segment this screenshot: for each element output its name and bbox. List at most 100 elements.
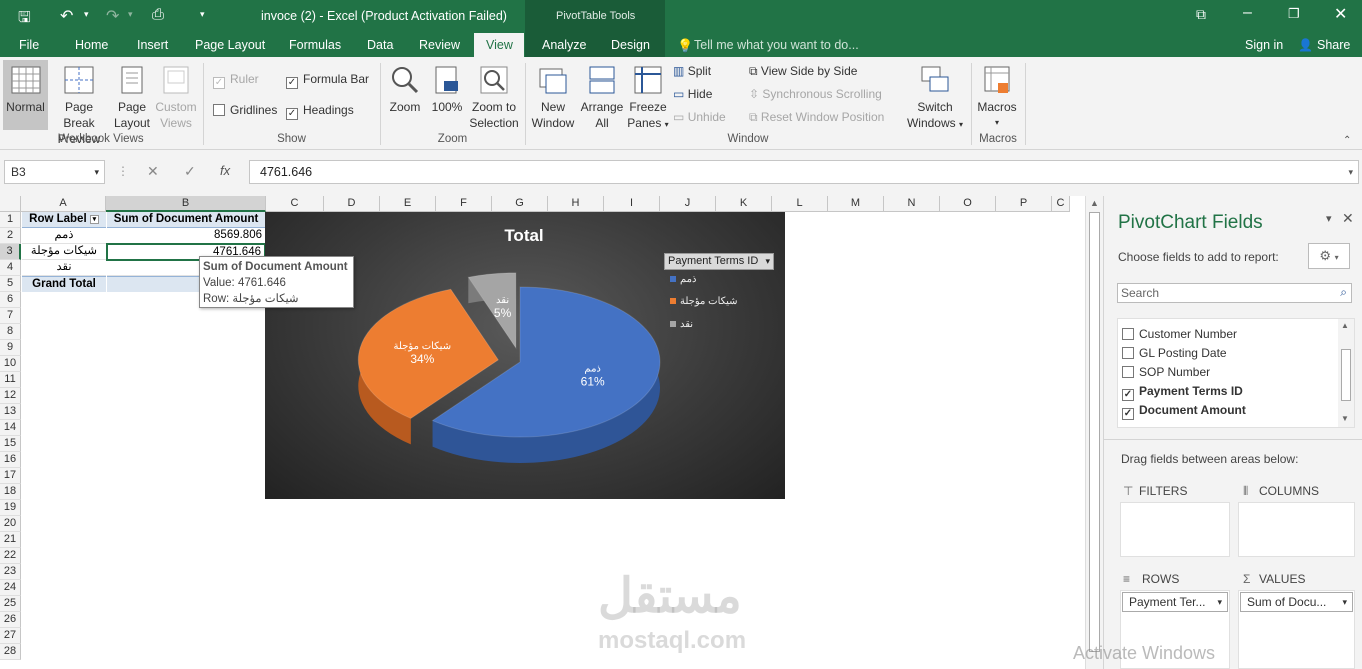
field-checkbox[interactable]: ✓ [1122, 408, 1134, 420]
field-checkbox[interactable] [1122, 366, 1134, 378]
share-button[interactable]: Share [1317, 38, 1350, 52]
tab-page-layout[interactable]: Page Layout [195, 38, 265, 52]
column-header[interactable]: E [380, 196, 436, 212]
field-checkbox[interactable] [1122, 328, 1134, 340]
tab-design[interactable]: Design [611, 38, 650, 52]
restore-icon[interactable]: ❐ [1288, 6, 1300, 22]
field-checkbox[interactable]: ✓ [1122, 389, 1134, 401]
column-header[interactable]: L [772, 196, 828, 212]
row-header[interactable]: 6 [0, 292, 21, 308]
normal-view-button[interactable]: Normal [3, 60, 48, 130]
row-header[interactable]: 3 [0, 244, 21, 260]
legend-field-button[interactable]: Payment Terms ID ▾ [664, 253, 774, 270]
column-header[interactable]: G [492, 196, 548, 212]
tab-home[interactable]: Home [75, 38, 108, 52]
values-chip-dropdown-icon[interactable]: ▾ [1342, 593, 1347, 611]
select-all-corner[interactable] [0, 196, 21, 212]
row-header[interactable]: 27 [0, 628, 21, 644]
column-header[interactable]: C [1052, 196, 1070, 212]
legend-dropdown-icon[interactable]: ▾ [765, 254, 770, 269]
column-header[interactable]: B [106, 196, 266, 212]
row-header[interactable]: 9 [0, 340, 21, 356]
pivot-grand-total-label[interactable]: Grand Total [22, 276, 106, 292]
collapse-ribbon-icon[interactable]: ⌃ [1343, 135, 1351, 146]
tab-insert[interactable]: Insert [137, 38, 168, 52]
row-header[interactable]: 13 [0, 404, 21, 420]
minimize-icon[interactable]: – [1243, 4, 1252, 22]
field-search-box[interactable]: Search ⌕ [1117, 283, 1352, 303]
row-header[interactable]: 25 [0, 596, 21, 612]
column-header[interactable]: P [996, 196, 1052, 212]
view-side-by-side-button[interactable]: ⧉ View Side by Side [749, 64, 857, 79]
name-box[interactable]: B3 ▾ [4, 160, 105, 184]
row-header[interactable]: 14 [0, 420, 21, 436]
formula-bar-checkbox[interactable]: ✓ Formula Bar [286, 72, 369, 89]
close-icon[interactable]: ✕ [1334, 4, 1347, 24]
print-preview-icon[interactable]: ⎙ [152, 6, 164, 23]
pane-options-icon[interactable]: ▾ [1326, 212, 1332, 225]
cancel-entry-icon[interactable]: ✕ [147, 163, 159, 180]
row-header[interactable]: 22 [0, 548, 21, 564]
column-header[interactable]: J [660, 196, 716, 212]
column-header[interactable]: C [266, 196, 324, 212]
column-header[interactable]: K [716, 196, 772, 212]
row-header[interactable]: 19 [0, 500, 21, 516]
row-header[interactable]: 20 [0, 516, 21, 532]
field-scroll-down-icon[interactable]: ▼ [1341, 414, 1349, 423]
formula-input[interactable]: 4761.646 ▾ [249, 160, 1359, 184]
field-scroll-up-icon[interactable]: ▲ [1341, 321, 1349, 330]
page-layout-view-button[interactable]: Page Layout [111, 60, 153, 131]
vertical-scrollbar[interactable]: ▲ [1085, 196, 1103, 669]
scrollbar-thumb[interactable] [1089, 212, 1100, 652]
row-header[interactable]: 7 [0, 308, 21, 324]
pivot-header-row-label[interactable]: Row Label ▾ [22, 212, 106, 228]
column-header[interactable]: D [324, 196, 380, 212]
field-list-scrollbar[interactable]: ▲ ▼ [1338, 319, 1354, 427]
column-header[interactable]: M [828, 196, 884, 212]
row-header[interactable]: 1 [0, 212, 21, 228]
field-checkbox[interactable] [1122, 347, 1134, 359]
confirm-entry-icon[interactable]: ✓ [184, 163, 196, 180]
field-item[interactable]: SOP Number [1122, 365, 1210, 379]
pivot-row-label[interactable]: نقد [22, 260, 106, 276]
filters-drop-area[interactable] [1120, 502, 1230, 557]
row-header[interactable]: 28 [0, 644, 21, 660]
row-header[interactable]: 11 [0, 372, 21, 388]
tab-view[interactable]: View [486, 38, 513, 52]
columns-drop-area[interactable] [1238, 502, 1355, 557]
macros-button[interactable]: Macros ▾ [974, 60, 1020, 131]
column-header[interactable]: N [884, 196, 940, 212]
row-header[interactable]: 15 [0, 436, 21, 452]
column-header[interactable]: F [436, 196, 492, 212]
zoom-button[interactable]: Zoom [384, 60, 426, 115]
column-header[interactable]: H [548, 196, 604, 212]
column-header[interactable]: I [604, 196, 660, 212]
row-header[interactable]: 5 [0, 276, 21, 292]
row-label-filter-icon[interactable]: ▾ [89, 215, 99, 224]
new-window-button[interactable]: New Window [530, 60, 576, 131]
expand-formula-icon[interactable]: ▾ [1348, 161, 1353, 183]
field-item[interactable]: ✓ Payment Terms ID [1122, 384, 1243, 401]
tools-gear-button[interactable]: ⚙ ▾ [1308, 243, 1350, 269]
row-header[interactable]: 10 [0, 356, 21, 372]
tab-formulas[interactable]: Formulas [289, 38, 341, 52]
split-button[interactable]: ▥ Split [673, 64, 711, 78]
scroll-up-icon[interactable]: ▲ [1090, 198, 1099, 208]
pivot-header-value[interactable]: Sum of Document Amount [107, 212, 265, 228]
tab-file[interactable]: File [19, 38, 39, 52]
field-item[interactable]: ✓ Document Amount [1122, 403, 1246, 420]
field-scroll-thumb[interactable] [1341, 349, 1351, 401]
sign-in-link[interactable]: Sign in [1245, 38, 1283, 52]
tell-me-box[interactable]: Tell me what you want to do... [694, 38, 859, 52]
column-header[interactable]: O [940, 196, 996, 212]
arrange-all-button[interactable]: Arrange All [578, 60, 626, 131]
row-header[interactable]: 12 [0, 388, 21, 404]
zoom-to-selection-button[interactable]: Zoom to Selection [468, 60, 520, 131]
gridlines-checkbox[interactable]: Gridlines [213, 103, 277, 117]
pivot-row-label[interactable]: شيكات مؤجلة [22, 244, 106, 260]
row-header[interactable]: 21 [0, 532, 21, 548]
ribbon-display-icon[interactable]: ⧉ [1196, 6, 1206, 23]
tab-analyze[interactable]: Analyze [542, 38, 586, 52]
row-header[interactable]: 17 [0, 468, 21, 484]
row-header[interactable]: 18 [0, 484, 21, 500]
